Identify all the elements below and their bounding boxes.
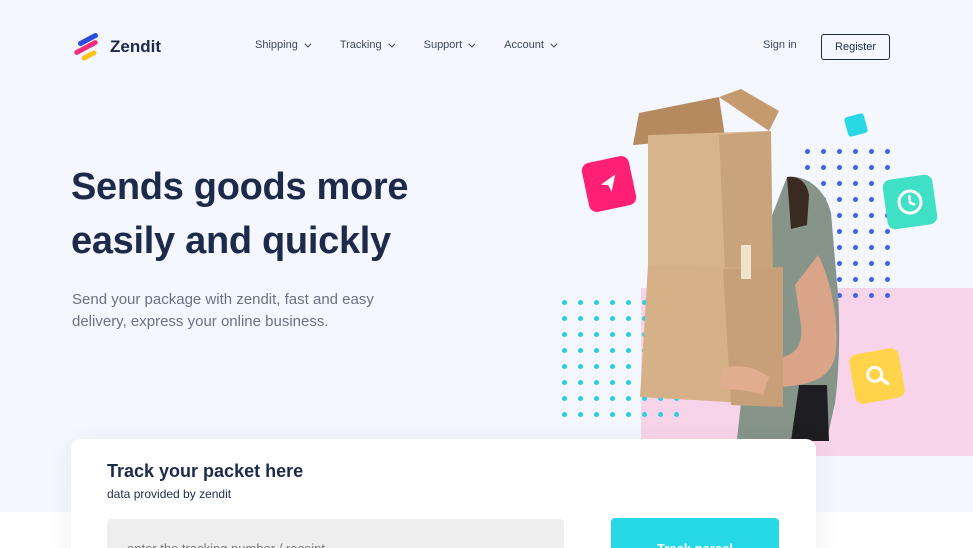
nav-item-tracking[interactable]: Tracking (339, 39, 396, 51)
signin-link[interactable]: Sign in (763, 39, 797, 51)
brand-name: Zendit (110, 37, 161, 56)
tracking-subtitle: data provided by zendit (107, 487, 232, 501)
clock-tile (881, 173, 939, 231)
send-icon (600, 174, 616, 192)
nav-item-shipping[interactable]: Shipping (255, 39, 312, 51)
hero-title: Sends goods more easily and quickly (71, 166, 409, 262)
nav-item-label: Tracking (339, 39, 382, 51)
search-icon (866, 365, 890, 386)
hero-illustration (555, 85, 973, 457)
clock-icon (897, 189, 923, 215)
tracking-number-input[interactable] (107, 519, 564, 548)
chevron-down-icon (387, 40, 396, 48)
person-with-boxes-image (633, 89, 840, 441)
nav-item-label: Shipping (255, 39, 298, 51)
search-tile (848, 347, 906, 405)
register-button[interactable]: Register (821, 34, 890, 60)
nav-item-label: Support (423, 39, 463, 51)
brand-logo[interactable]: Zendit (73, 32, 161, 62)
tracking-card: Track your packet here data provided by … (71, 439, 816, 548)
logo-icon (73, 32, 103, 62)
tracking-title: Track your packet here (107, 461, 304, 481)
nav-item-label: Account (504, 39, 544, 51)
hero-subtitle: Send your package with zendit, fast and … (72, 291, 374, 330)
nav-item-account[interactable]: Account (504, 39, 558, 51)
nav-item-support[interactable]: Support (423, 39, 476, 51)
track-parcel-button[interactable]: Track parcel (611, 518, 779, 548)
chevron-down-icon (468, 40, 476, 48)
chevron-down-icon (304, 40, 312, 48)
chevron-down-icon (550, 40, 558, 48)
send-tile (580, 154, 638, 214)
box-flap-right (719, 89, 779, 131)
main-nav: Shipping Tracking Support Account (255, 39, 586, 51)
